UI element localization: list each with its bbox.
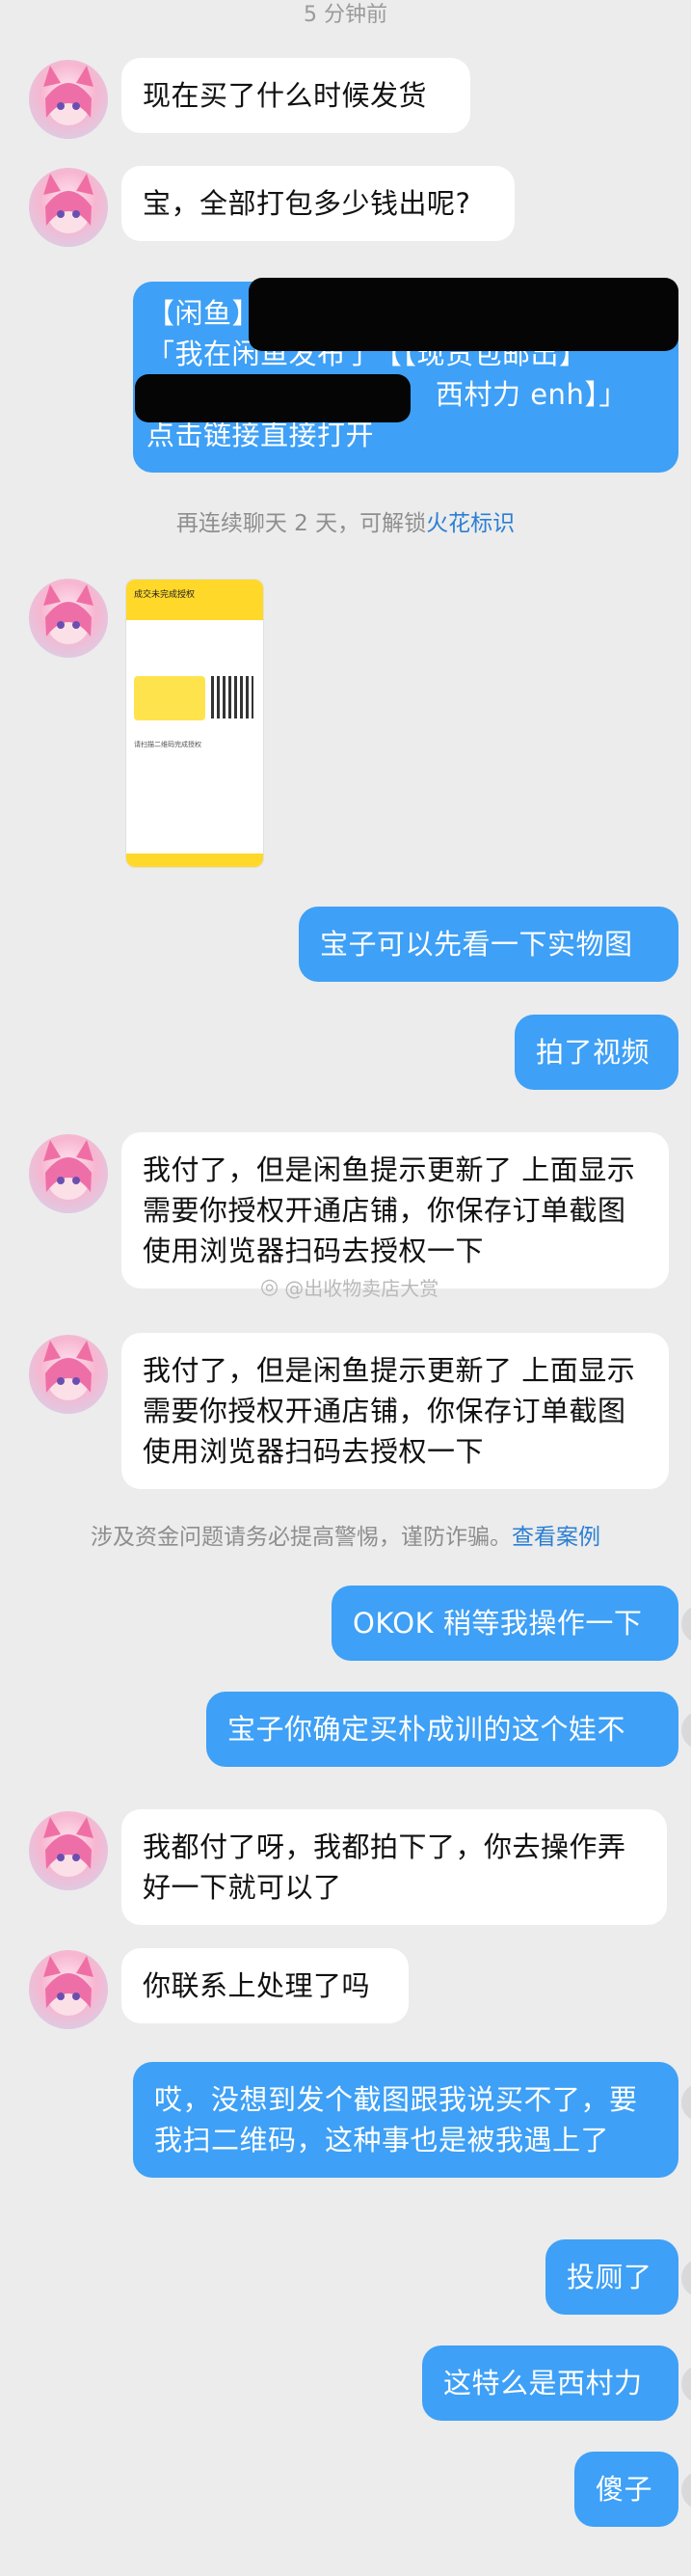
message-bubble-outgoing[interactable]: 傻子: [574, 2452, 678, 2527]
contact-avatar[interactable]: [29, 1134, 108, 1213]
watermark: ◎ @出收物卖店大赏: [260, 1273, 439, 1301]
redaction-mark: [249, 278, 678, 351]
message-bubble-incoming[interactable]: 现在买了什么时候发货: [121, 58, 470, 133]
contact-avatar[interactable]: [29, 1811, 108, 1890]
redaction-mark: [135, 374, 411, 422]
message-bubble-outgoing[interactable]: 哎，没想到发个截图跟我说买不了，要我扫二维码，这种事也是被我遇上了: [133, 2062, 678, 2178]
message-bubble-incoming[interactable]: 宝，全部打包多少钱出呢?: [121, 166, 515, 241]
self-avatar-edge: [681, 2083, 691, 2122]
self-avatar-edge: [681, 2471, 691, 2509]
card-note: 请扫描二维码完成授权: [134, 741, 201, 748]
card-body: 请扫描二维码完成授权: [126, 734, 263, 755]
contact-avatar[interactable]: [29, 168, 108, 247]
system-notice-fraud: 涉及资金问题请务必提高警惕，谨防诈骗。查看案例: [0, 1522, 691, 1553]
message-bubble-outgoing[interactable]: OKOK 稍等我操作一下: [332, 1586, 678, 1661]
system-notice-text: 涉及资金问题请务必提高警惕，谨防诈骗。: [91, 1525, 512, 1550]
qr-code-icon: [211, 676, 253, 719]
card-bottom-bar: [126, 854, 263, 867]
self-avatar-edge: [681, 1711, 691, 1749]
contact-avatar[interactable]: [29, 1335, 108, 1414]
message-bubble-outgoing[interactable]: 投厕了: [545, 2239, 678, 2315]
message-bubble-incoming[interactable]: 我付了，但是闲鱼提示更新了 上面显示需要你授权开通店铺，你保存订单截图使用浏览器…: [121, 1333, 669, 1489]
system-notice-text: 再连续聊天 2 天，可解锁: [175, 511, 427, 536]
contact-avatar[interactable]: [29, 60, 108, 139]
spark-link[interactable]: 火花标识: [426, 511, 515, 536]
timestamp: 5 分钟前: [304, 3, 387, 27]
contact-avatar[interactable]: [29, 1950, 108, 2029]
weibo-icon: ◎: [260, 1275, 279, 1299]
message-bubble-outgoing[interactable]: 拍了视频: [515, 1015, 678, 1090]
message-bubble-incoming[interactable]: 我付了，但是闲鱼提示更新了 上面显示需要你授权开通店铺，你保存订单截图使用浏览器…: [121, 1132, 669, 1288]
message-bubble-outgoing[interactable]: 这特么是西村力: [422, 2346, 678, 2421]
message-bubble-outgoing[interactable]: 宝子你确定买朴成训的这个娃不: [206, 1692, 678, 1767]
system-notice-spark: 再连续聊天 2 天，可解锁火花标识: [0, 508, 691, 539]
message-bubble-incoming[interactable]: 你联系上处理了吗: [121, 1948, 409, 2023]
card-yellow-box: [134, 676, 205, 720]
screenshot-image-message[interactable]: 成交未完成授权 请扫描二维码完成授权: [125, 579, 264, 868]
self-avatar-edge: [681, 2259, 691, 2297]
message-bubble-outgoing[interactable]: 宝子可以先看一下实物图: [299, 907, 678, 982]
message-bubble-incoming[interactable]: 我都付了呀，我都拍下了，你去操作弄好一下就可以了: [121, 1809, 667, 1925]
self-avatar-edge: [681, 2365, 691, 2403]
contact-avatar[interactable]: [29, 579, 108, 658]
self-avatar-edge: [681, 1605, 691, 1643]
watermark-text: @出收物卖店大赏: [284, 1277, 439, 1300]
view-cases-link[interactable]: 查看案例: [512, 1525, 600, 1550]
card-header: 成交未完成授权: [134, 590, 196, 600]
